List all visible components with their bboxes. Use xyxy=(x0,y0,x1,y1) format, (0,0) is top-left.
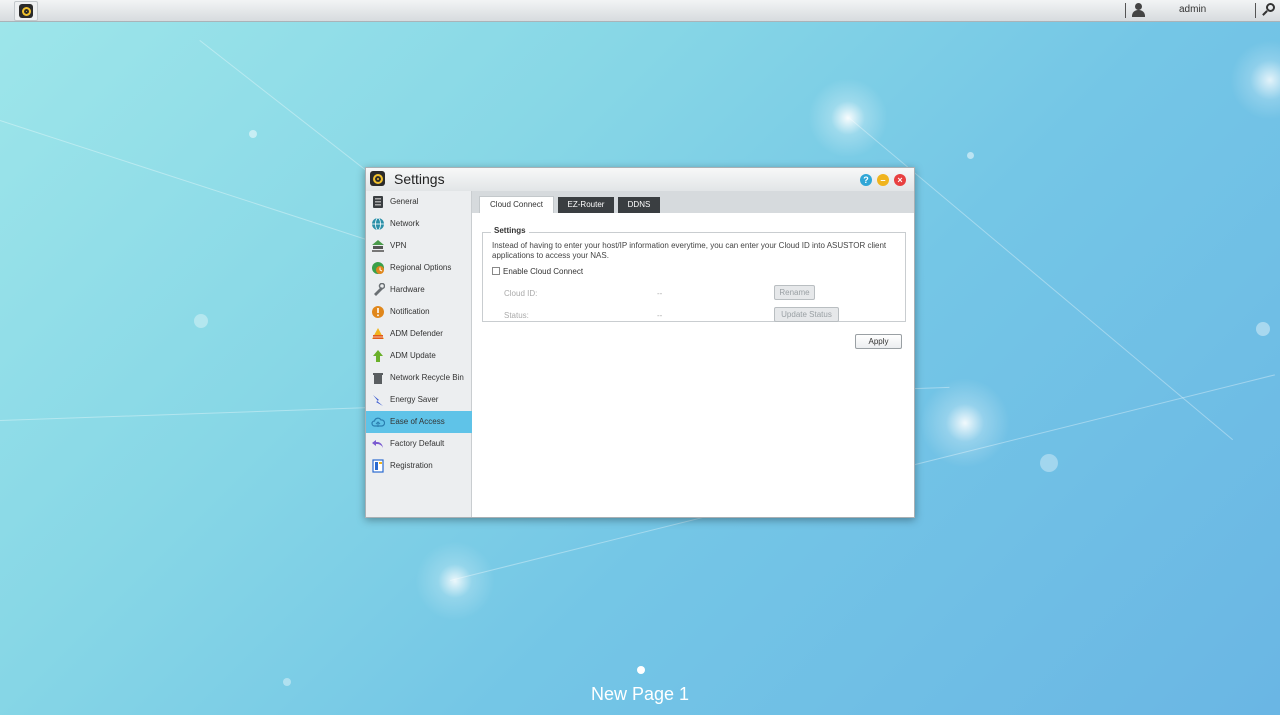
sidebar-item-ease-of-access[interactable]: Ease of Access xyxy=(366,411,472,433)
enable-cloud-connect-label[interactable]: Enable Cloud Connect xyxy=(503,267,583,276)
sidebar-item-registration[interactable]: Registration xyxy=(366,455,472,477)
minimize-button[interactable]: – xyxy=(877,174,889,186)
background-dot xyxy=(1040,454,1058,472)
cloud-icon xyxy=(371,415,386,429)
background-glow xyxy=(415,541,495,621)
sidebar-item-regional-options[interactable]: Regional Options xyxy=(366,257,472,279)
rename-button[interactable]: Rename xyxy=(774,285,815,300)
help-button[interactable]: ? xyxy=(860,174,872,186)
settings-content: Cloud Connect EZ-Router DDNS Settings In… xyxy=(472,191,914,517)
registration-icon xyxy=(371,459,385,473)
window-title: Settings xyxy=(394,171,445,187)
sidebar-item-network-recycle-bin[interactable]: Network Recycle Bin xyxy=(366,367,472,389)
search-icon[interactable] xyxy=(1261,3,1275,18)
background-glow xyxy=(808,78,888,158)
hardware-icon xyxy=(371,282,386,297)
defender-icon xyxy=(371,327,385,341)
desktop-page-label: New Page 1 xyxy=(590,684,690,704)
user-icon[interactable] xyxy=(1131,3,1145,18)
vpn-icon xyxy=(371,239,385,253)
settings-fieldset: Settings Instead of having to enter your… xyxy=(482,226,906,322)
username-label[interactable]: admin xyxy=(1179,4,1206,15)
taskbar-divider xyxy=(1255,3,1256,18)
settings-gear-icon xyxy=(19,4,33,18)
status-label: Status: xyxy=(504,311,529,320)
general-icon xyxy=(371,195,385,209)
background-dot xyxy=(1256,322,1270,336)
background-dot xyxy=(283,678,291,686)
sidebar-item-energy-saver[interactable]: Energy Saver xyxy=(366,389,472,411)
settings-window: Settings ? – × General Network VPN Regio… xyxy=(365,167,915,518)
sidebar-item-general[interactable]: General xyxy=(366,191,472,213)
cloud-id-label: Cloud ID: xyxy=(504,289,538,298)
sidebar-item-notification[interactable]: Notification xyxy=(366,301,472,323)
taskbar: admin xyxy=(0,0,1280,22)
background-dot xyxy=(194,314,208,328)
settings-gear-icon xyxy=(370,171,385,186)
tab-cloud-connect[interactable]: Cloud Connect xyxy=(479,196,554,213)
update-status-button[interactable]: Update Status xyxy=(774,307,839,322)
notification-icon xyxy=(371,305,385,319)
status-value: -- xyxy=(657,311,663,320)
sidebar-item-adm-update[interactable]: ADM Update xyxy=(366,345,472,367)
window-titlebar[interactable]: Settings ? – × xyxy=(366,168,914,191)
background-glow xyxy=(1230,40,1280,120)
settings-sidebar: General Network VPN Regional Options Har… xyxy=(366,191,472,517)
page-indicator-dot[interactable] xyxy=(637,666,645,674)
background-glow xyxy=(920,378,1010,468)
tab-ddns[interactable]: DDNS xyxy=(618,197,660,213)
apply-button[interactable]: Apply xyxy=(855,334,902,349)
enable-cloud-connect-checkbox[interactable] xyxy=(492,267,500,275)
sidebar-item-hardware[interactable]: Hardware xyxy=(366,279,472,301)
taskbar-settings-app[interactable] xyxy=(14,1,38,21)
tab-bar: Cloud Connect EZ-Router DDNS xyxy=(472,191,914,213)
cloud-connect-description: Instead of having to enter your host/IP … xyxy=(492,241,887,260)
background-dot xyxy=(249,130,257,138)
recycle-bin-icon xyxy=(371,371,385,385)
globe-icon xyxy=(371,217,385,231)
energy-saver-icon xyxy=(371,393,385,407)
update-icon xyxy=(371,349,385,363)
sidebar-item-network[interactable]: Network xyxy=(366,213,472,235)
cloud-id-value: -- xyxy=(657,289,663,298)
taskbar-divider xyxy=(1125,3,1126,18)
sidebar-item-factory-default[interactable]: Factory Default xyxy=(366,433,472,455)
fieldset-legend: Settings xyxy=(491,226,529,235)
close-button[interactable]: × xyxy=(894,174,906,186)
background-dot xyxy=(967,152,974,159)
sidebar-item-adm-defender[interactable]: ADM Defender xyxy=(366,323,472,345)
sidebar-item-vpn[interactable]: VPN xyxy=(366,235,472,257)
regional-icon xyxy=(371,261,385,275)
tab-ez-router[interactable]: EZ-Router xyxy=(558,197,614,213)
undo-icon xyxy=(371,437,385,451)
